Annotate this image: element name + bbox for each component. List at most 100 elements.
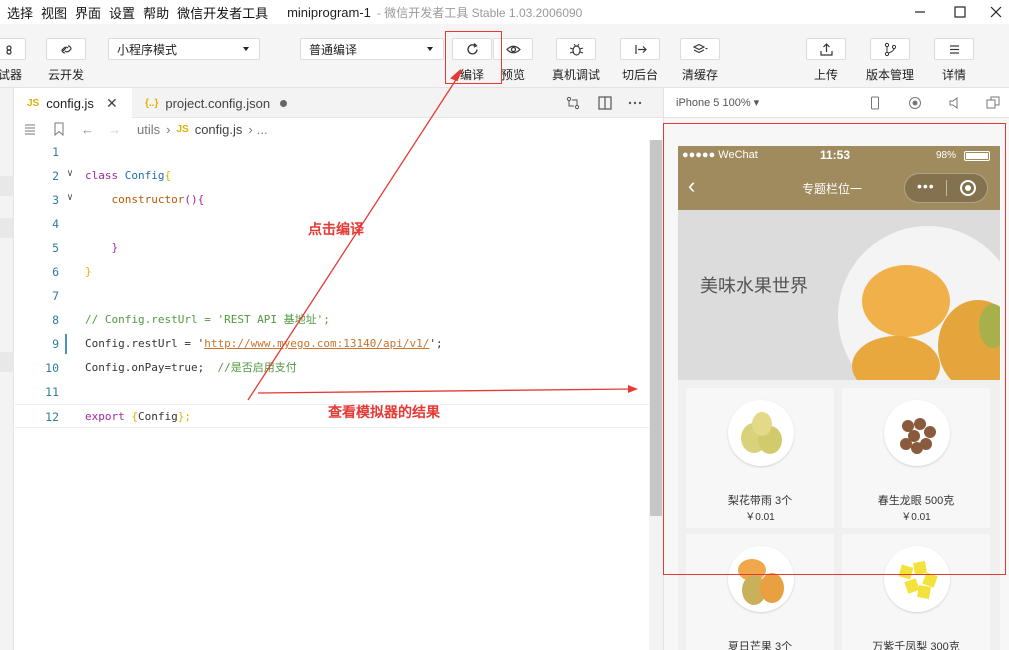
compile-mode-value: 普通编译 (309, 42, 358, 57)
eye-icon (505, 45, 521, 53)
back-arrow-icon[interactable]: ← (81, 122, 94, 137)
breadcrumb-more[interactable]: ... (257, 122, 268, 137)
bug-icon (569, 43, 583, 56)
line-number: 8 (52, 313, 59, 327)
line-number: 7 (52, 289, 59, 303)
menu-view[interactable]: 视图 (41, 3, 67, 22)
layers-icon (692, 43, 708, 53)
code-line: 5 } (15, 236, 649, 260)
chevron-right-icon: › (166, 121, 171, 137)
close-icon[interactable]: ✕ (106, 95, 118, 112)
compare-changes-icon[interactable] (565, 95, 581, 111)
explorer-item[interactable] (0, 218, 14, 238)
code-text: Config (138, 410, 178, 423)
brace: { (164, 169, 172, 182)
explorer-strip (0, 88, 14, 650)
clear-cache-label: 清缓存 (681, 68, 719, 82)
code-line: 6 } (15, 260, 649, 284)
keyword: class (85, 169, 119, 182)
line-number: 9 (52, 337, 59, 351)
detach-window-icon[interactable] (986, 96, 1000, 110)
line-number: 4 (52, 217, 59, 231)
switch-background-button[interactable] (620, 38, 660, 60)
brace: { (131, 410, 138, 423)
app-title: miniprogram-1 (287, 4, 371, 20)
simulator-toggle-button[interactable] (0, 38, 26, 60)
code-line: 2 ∨ class Config{ (15, 164, 649, 188)
menu-interface[interactable]: 界面 (75, 3, 101, 22)
explorer-item[interactable] (0, 352, 14, 372)
chevron-down-icon (243, 47, 249, 51)
app-subtitle: - 微信开发者工具 Stable 1.03.2006090 (376, 5, 583, 20)
menu-icon (949, 44, 959, 54)
code-line: 7 (15, 284, 649, 308)
volume-icon[interactable] (948, 96, 962, 110)
code-editor[interactable]: 1 2 ∨ class Config{ 3 ∨ constructor(){ 4… (15, 140, 649, 650)
more-icon[interactable] (627, 95, 643, 111)
version-manage-label: 版本管理 (865, 68, 915, 82)
comment: // Config.restUrl = 'REST API 基地址'; (85, 313, 330, 326)
url-string[interactable]: http://www.myego.com:13140/api/v1/ (204, 337, 429, 350)
tab-label: config.js (46, 95, 94, 111)
annotation-click-compile: 点击编译 (308, 222, 364, 238)
real-device-debug-button[interactable] (556, 38, 596, 60)
scrollbar-thumb[interactable] (650, 140, 662, 516)
line-number: 12 (45, 410, 59, 424)
modified-line-marker (65, 334, 67, 354)
brace: }; (177, 410, 191, 423)
chevron-down-icon (427, 47, 433, 51)
version-manage-button[interactable] (870, 38, 910, 60)
menu-help[interactable]: 帮助 (143, 3, 169, 22)
menu-settings[interactable]: 设置 (109, 3, 135, 22)
compile-highlight-box (445, 31, 502, 84)
mode-select[interactable]: 小程序模式 (108, 38, 260, 60)
close-window-button[interactable] (976, 0, 1009, 24)
code-line: 10 Config.onPay=true; //是否启用支付 (15, 356, 649, 380)
code-text: Config.onPay=true; (85, 361, 205, 374)
tab-project-config[interactable]: {..} project.config.json (133, 88, 323, 118)
minimize-button[interactable] (900, 0, 940, 24)
forward-arrow-icon[interactable]: → (108, 122, 121, 137)
editor-tabs: JS config.js ✕ {..} project.config.json (15, 88, 663, 118)
breadcrumb-folder[interactable]: utils (137, 122, 160, 137)
line-number: 6 (52, 265, 59, 279)
simulator-highlight-box (663, 123, 1006, 575)
details-button[interactable] (934, 38, 974, 60)
bookmark-icon[interactable] (53, 122, 65, 136)
menu-devtools[interactable]: 微信开发者工具 (177, 3, 268, 22)
simulator-icon (5, 44, 12, 55)
cloud-link-icon (60, 44, 72, 54)
editor-scrollbar[interactable] (649, 140, 663, 650)
code-line: 3 ∨ constructor(){ (15, 188, 649, 212)
tab-config-js[interactable]: JS config.js ✕ (15, 88, 132, 118)
line-number: 1 (52, 145, 59, 159)
device-select[interactable]: iPhone 5 100% ▾ (676, 96, 759, 109)
clear-cache-button[interactable] (680, 38, 720, 60)
explorer-item[interactable] (0, 176, 14, 196)
maximize-icon (954, 6, 966, 18)
code-text: Config.restUrl = ' (85, 337, 205, 350)
close-icon (990, 6, 1002, 18)
upload-button[interactable] (806, 38, 846, 60)
breadcrumb: ← → utils › JS config.js › ... (15, 118, 663, 140)
compile-mode-select[interactable]: 普通编译 (300, 38, 444, 60)
code-line: 9 Config.restUrl = 'http://www.myego.com… (15, 332, 649, 356)
phone-icon[interactable] (868, 96, 882, 110)
menu-bar: 选择 视图 界面 设置 帮助 微信开发者工具 miniprogram-1 - 微… (0, 0, 1009, 24)
list-icon[interactable] (23, 122, 37, 136)
switch-background-label: 切后台 (621, 68, 659, 82)
arrow-into-bar-icon (634, 44, 647, 54)
maximize-button[interactable] (940, 0, 980, 24)
product-name: 夏日芒果 3个 (727, 641, 793, 650)
cloud-dev-button[interactable] (46, 38, 86, 60)
breadcrumb-file[interactable]: config.js (195, 122, 243, 137)
simulator-label: 试器 (0, 68, 23, 82)
line-number: 2 (52, 169, 59, 183)
upload-icon (819, 42, 833, 56)
product-name: 万紫千凤梨 300克 (872, 641, 960, 650)
record-icon[interactable] (908, 96, 922, 110)
menu-select[interactable]: 选择 (7, 3, 33, 22)
chevron-down-icon[interactable]: ∨ (67, 168, 73, 179)
chevron-down-icon[interactable]: ∨ (67, 192, 73, 203)
split-editor-icon[interactable] (597, 95, 613, 111)
